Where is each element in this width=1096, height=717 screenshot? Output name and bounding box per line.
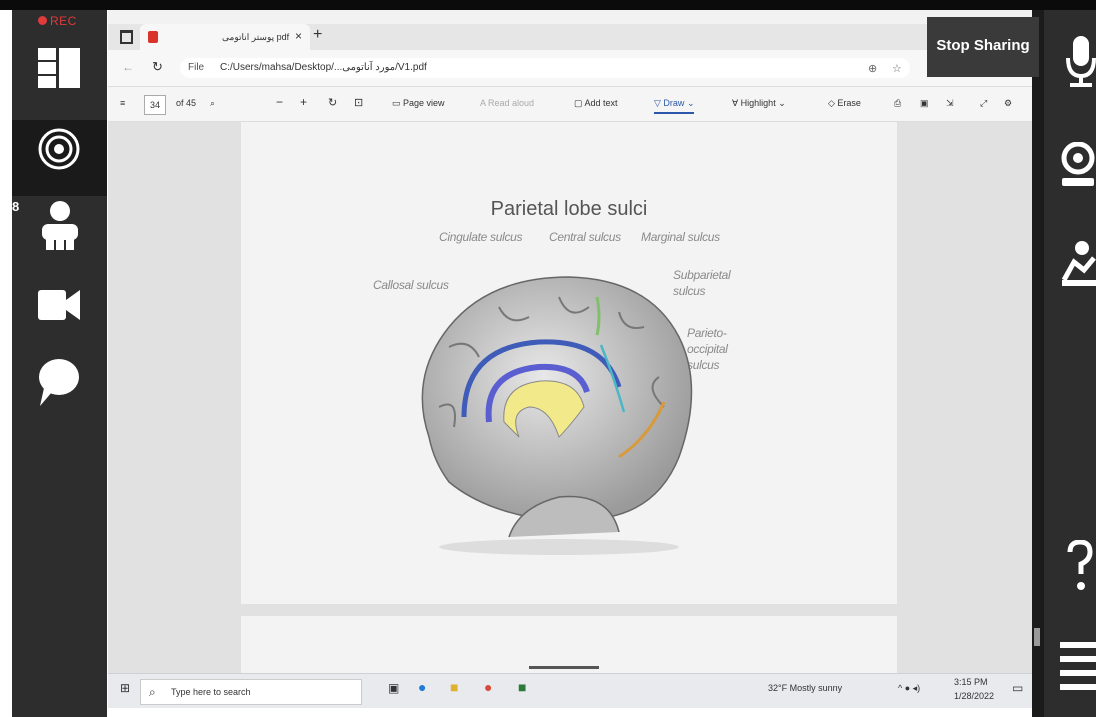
presenter-icon[interactable] — [1060, 240, 1096, 293]
microphone-icon[interactable] — [1066, 36, 1096, 95]
highlight-label: Highlight — [740, 98, 776, 108]
target-icon[interactable] — [38, 128, 80, 175]
page-view-label: Page view — [403, 98, 445, 108]
pdf-toolbar: ≡ 34 of 45 ⌕ − + ↻ ⊡ ▭ Page view A Read … — [108, 87, 1032, 122]
excel-icon[interactable]: ■ — [518, 679, 526, 695]
camera-icon[interactable] — [38, 288, 80, 327]
fullscreen-icon[interactable]: ⤢ — [980, 98, 987, 109]
pdf-page-next — [241, 616, 897, 673]
erase-button[interactable]: ◇ Erase — [828, 98, 861, 109]
fit-icon[interactable]: ⊡ — [354, 96, 363, 109]
back-icon[interactable]: ← — [122, 60, 134, 74]
address-bar: ← ↻ File C:/Users/mahsa/Desktop/...مورد … — [108, 50, 1032, 87]
layout-icon[interactable] — [38, 48, 80, 93]
read-aloud-button[interactable]: A Read aloud — [480, 98, 534, 108]
pdf-viewer[interactable]: Parietal lobe sulci Cingulate sulcus Cen… — [108, 122, 1040, 673]
search-placeholder: Type here to search — [171, 687, 251, 697]
url-text: C:/Users/mahsa/Desktop/...مورد آناتومی/V… — [220, 62, 427, 73]
page-number-input[interactable]: 34 — [144, 95, 166, 115]
chat-icon[interactable] — [38, 358, 80, 413]
tab-pdf[interactable]: پوستر اناتومی pdf × — [140, 24, 310, 50]
taskbar-search[interactable]: ⌕ Type here to search — [140, 679, 362, 705]
save-icon[interactable]: ▣ — [920, 98, 929, 109]
tab-title: پوستر اناتومی pdf — [222, 32, 290, 42]
add-text-label: Add text — [584, 98, 618, 108]
tab-close-button[interactable]: × — [295, 29, 302, 43]
shared-screen: پوستر اناتومی pdf × + ← ↻ File C:/Users/… — [108, 10, 1040, 708]
tray-icons[interactable]: ^ ● ◂) — [898, 683, 920, 694]
label-cingulate: Cingulate sulcus — [439, 230, 523, 244]
clock-date[interactable]: 1/28/2022 — [954, 691, 994, 701]
erase-label: Erase — [837, 98, 861, 108]
pdf-page: Parietal lobe sulci Cingulate sulcus Cen… — [241, 122, 897, 604]
window-icon[interactable] — [120, 30, 133, 44]
zoom-out-icon[interactable]: − — [276, 95, 283, 109]
weather-text[interactable]: 32°F Mostly sunny — [768, 683, 842, 693]
start-icon[interactable]: ⊞ — [120, 681, 130, 695]
chrome-icon[interactable]: ● — [484, 679, 492, 695]
brain-illustration — [421, 276, 693, 555]
participant-count: 8 — [12, 199, 20, 214]
read-aloud-label: Read aloud — [488, 98, 535, 108]
edge-icon[interactable]: ● — [418, 679, 426, 695]
page-view-button[interactable]: ▭ Page view — [392, 98, 445, 109]
label-marginal: Marginal sulcus — [641, 230, 720, 244]
pdf-icon — [148, 31, 158, 43]
explorer-icon[interactable]: ■ — [450, 679, 458, 695]
webcam-icon[interactable] — [1060, 141, 1096, 195]
page-title: Parietal lobe sulci — [490, 198, 648, 220]
recording-indicator: REC — [38, 14, 77, 28]
add-text-button[interactable]: ▢ Add text — [574, 98, 618, 109]
help-icon[interactable] — [1066, 539, 1094, 599]
right-edge — [1032, 10, 1044, 717]
menu-icon[interactable] — [1060, 640, 1096, 699]
file-label: File — [188, 62, 205, 73]
zoom-in-icon[interactable]: + — [300, 95, 307, 109]
url-field[interactable]: File C:/Users/mahsa/Desktop/...مورد آنات… — [180, 58, 910, 78]
label-central: Central sulcus — [549, 230, 621, 244]
find-icon[interactable]: ⌕ — [210, 98, 215, 109]
clock-time[interactable]: 3:15 PM — [954, 677, 988, 687]
save-as-icon[interactable]: ⇲ — [946, 98, 954, 109]
settings-icon[interactable]: ⚙ — [1004, 98, 1012, 109]
zoom-icon[interactable]: ⊕ — [868, 62, 877, 75]
refresh-icon[interactable]: ↻ — [152, 59, 163, 75]
scrollbar[interactable] — [1034, 628, 1040, 646]
favorite-icon[interactable]: ☆ — [892, 62, 902, 75]
rotate-icon[interactable]: ↻ — [328, 96, 337, 109]
top-frame — [0, 0, 1096, 10]
stop-sharing-button[interactable]: Stop Sharing — [927, 17, 1039, 77]
page-total: of 45 — [176, 98, 197, 108]
contents-icon[interactable]: ≡ — [120, 98, 125, 108]
participants-icon[interactable] — [40, 200, 80, 257]
notification-icon[interactable]: ▭ — [1012, 681, 1023, 695]
task-view-icon[interactable]: ▣ — [388, 681, 399, 695]
search-icon: ⌕ — [149, 685, 156, 699]
windows-taskbar: ⊞ ⌕ Type here to search ▣ ● ■ ● ■ 32°F M… — [108, 673, 1032, 708]
draw-button[interactable]: ▽ Draw ⌄ — [654, 98, 695, 114]
print-icon[interactable]: ⎙ — [894, 98, 901, 109]
highlight-button[interactable]: ∀ Highlight ⌄ — [732, 98, 786, 109]
page-rule — [529, 666, 599, 669]
new-tab-button[interactable]: + — [313, 26, 322, 44]
meeting-right-sidebar — [1044, 10, 1096, 717]
draw-label: Draw — [663, 98, 685, 108]
